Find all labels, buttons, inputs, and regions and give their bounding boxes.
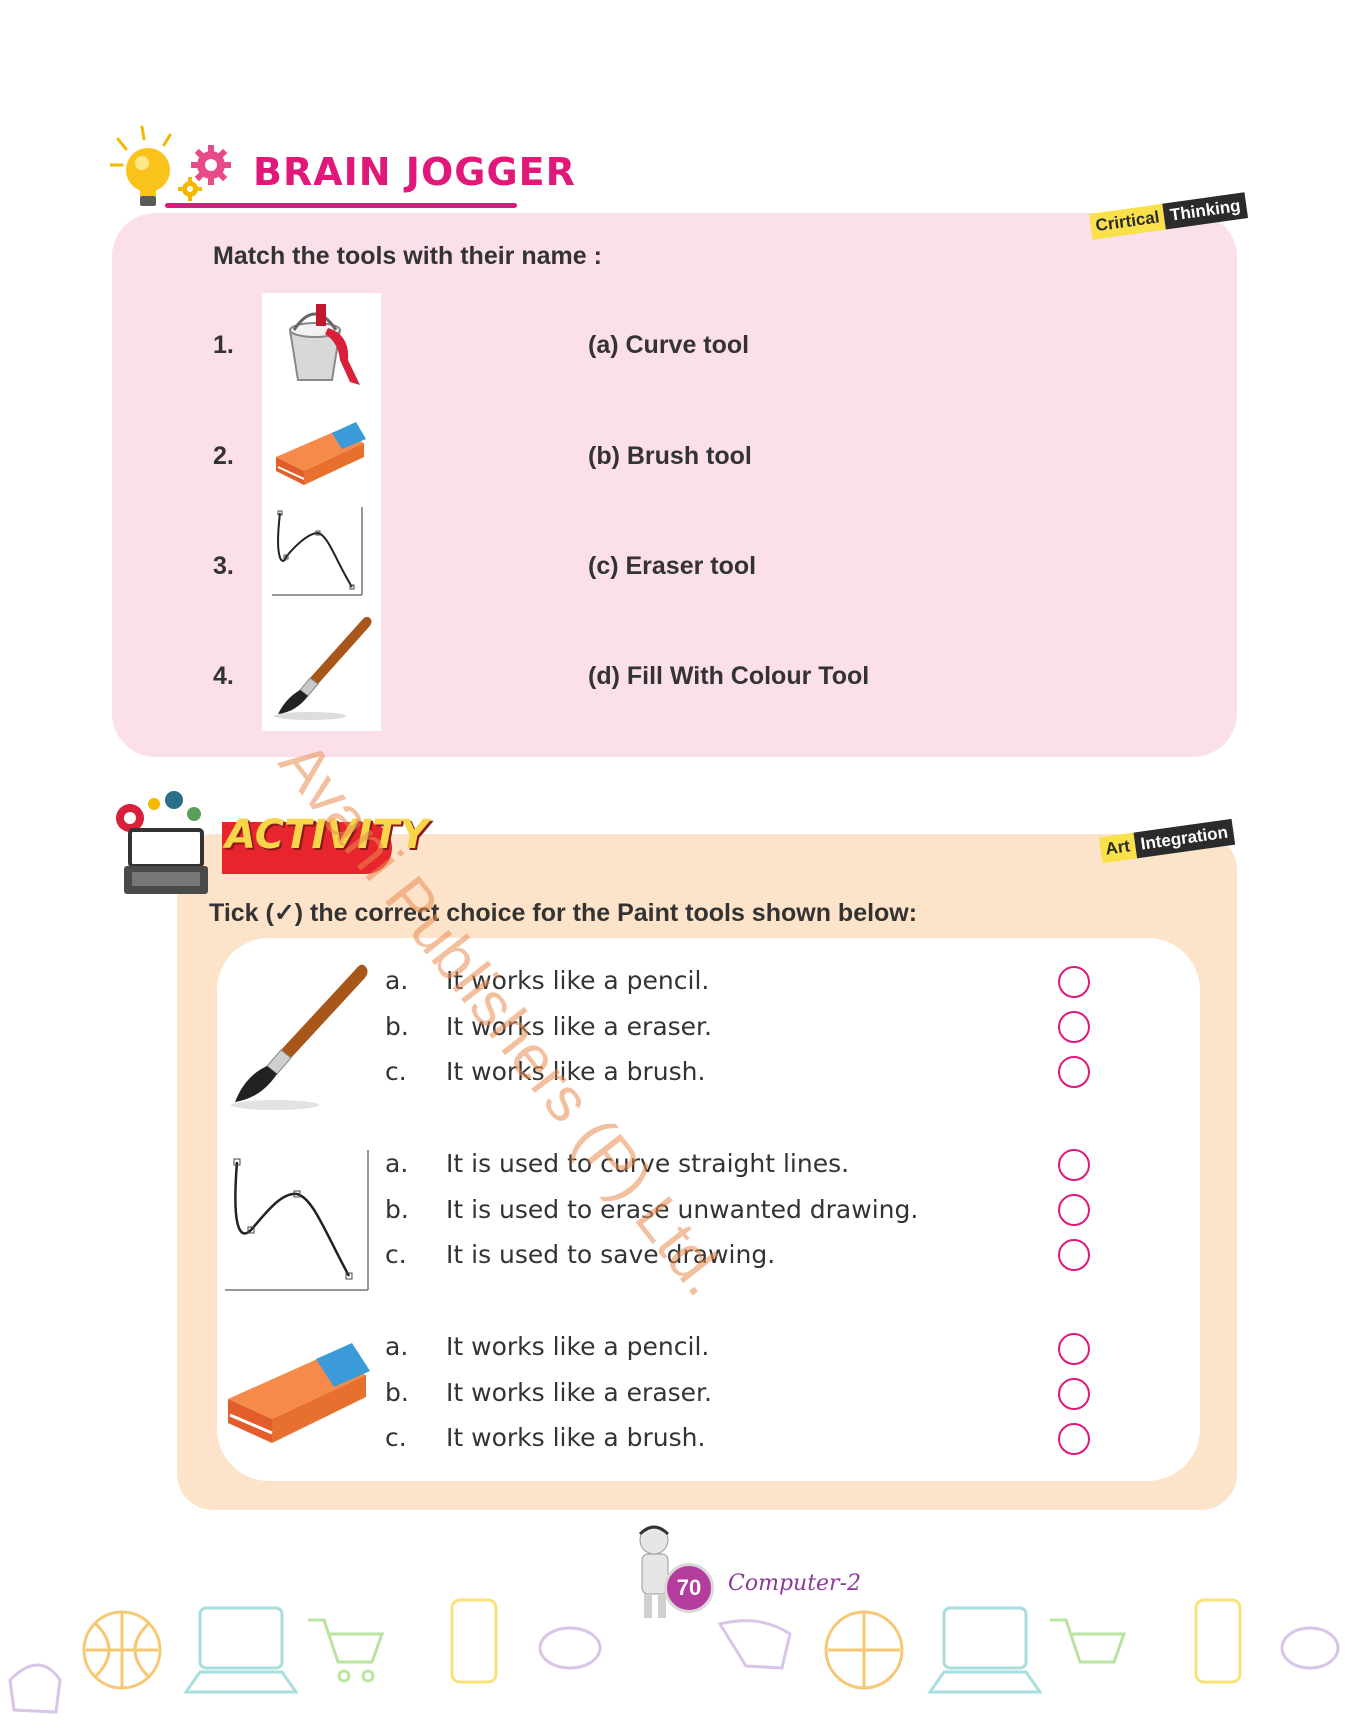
paint-bucket-icon	[270, 300, 370, 394]
activity-instruction: Tick (✓) the correct choice for the Pain…	[209, 899, 918, 927]
choice-letter: c.	[385, 1057, 407, 1086]
option-b: (b) Brush tool	[588, 442, 752, 470]
choice-letter: a.	[385, 1149, 409, 1178]
curve-icon	[225, 1148, 371, 1296]
tick-circle[interactable]	[1058, 1149, 1090, 1181]
tick-circle[interactable]	[1058, 1194, 1090, 1226]
tag-part1: Art	[1098, 832, 1137, 864]
eraser-icon	[270, 413, 370, 497]
tick-circle[interactable]	[1058, 1333, 1090, 1365]
eraser-icon	[222, 1335, 374, 1461]
choice-letter: b.	[385, 1378, 409, 1407]
tick-circle[interactable]	[1058, 1423, 1090, 1455]
curve-icon	[270, 505, 366, 604]
choice-letter: b.	[385, 1012, 409, 1041]
brush-icon	[270, 612, 376, 726]
gears-icon	[175, 143, 237, 209]
choice-text: It works like a brush.	[446, 1423, 706, 1452]
laptop-icon	[110, 790, 222, 898]
item-number: 1.	[213, 331, 234, 359]
tick-circle[interactable]	[1058, 966, 1090, 998]
tick-circle[interactable]	[1058, 1378, 1090, 1410]
item-number: 3.	[213, 552, 234, 580]
item-number: 2.	[213, 442, 234, 470]
tick-circle[interactable]	[1058, 1011, 1090, 1043]
choice-text: It works like a pencil.	[446, 1332, 710, 1361]
option-d: (d) Fill With Colour Tool	[588, 662, 870, 690]
title-underline	[165, 203, 517, 208]
tick-circle[interactable]	[1058, 1056, 1090, 1088]
item-number: 4.	[213, 662, 234, 690]
tick-circle[interactable]	[1058, 1239, 1090, 1271]
choice-letter: c.	[385, 1423, 407, 1452]
page-number: 70	[664, 1563, 714, 1613]
choice-letter: a.	[385, 966, 409, 995]
brush-icon	[225, 962, 375, 1116]
choice-letter: b.	[385, 1195, 409, 1224]
tag-part2: Thinking	[1162, 192, 1249, 230]
book-title: Computer-2	[728, 1571, 861, 1596]
brain-jogger-title: BRAIN JOGGER	[253, 150, 576, 194]
choice-text: It works like a eraser.	[446, 1378, 712, 1407]
choice-letter: c.	[385, 1240, 407, 1269]
match-question: Match the tools with their name :	[213, 242, 602, 270]
option-c: (c) Eraser tool	[588, 552, 757, 580]
option-a: (a) Curve tool	[588, 331, 750, 359]
choice-letter: a.	[385, 1332, 409, 1361]
